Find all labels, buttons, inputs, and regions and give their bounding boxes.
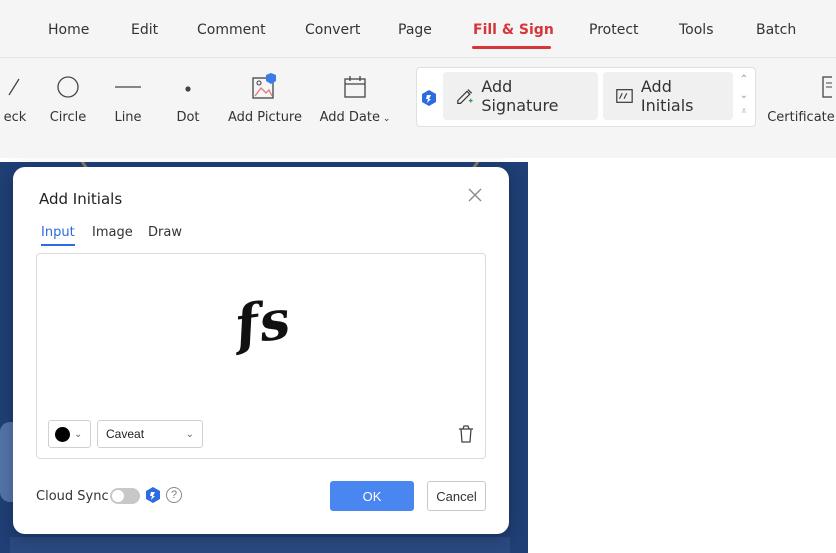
line-icon bbox=[110, 72, 146, 102]
menu-home[interactable]: Home bbox=[48, 22, 89, 38]
chevron-down-icon[interactable]: ⌄ bbox=[736, 88, 752, 104]
add-date-tool[interactable]: Add Date ⌄ bbox=[318, 72, 392, 125]
add-initials-label: Add Initials bbox=[640, 77, 694, 115]
menu-comment[interactable]: Comment bbox=[197, 22, 266, 38]
tab-draw[interactable]: Draw bbox=[148, 225, 182, 244]
toolbar: eck Circle Line Dot Add Picture Add Date… bbox=[0, 58, 836, 158]
tab-input[interactable]: Input bbox=[41, 225, 75, 246]
chevron-up-icon[interactable]: ⌃ bbox=[736, 72, 752, 88]
menu-page[interactable]: Page bbox=[398, 22, 432, 38]
add-date-label: Add Date ⌄ bbox=[319, 110, 391, 125]
calendar-icon bbox=[318, 72, 392, 102]
premium-shield-icon bbox=[422, 90, 436, 106]
premium-shield-icon bbox=[146, 487, 160, 503]
font-value: Caveat bbox=[106, 427, 145, 441]
line-tool[interactable]: Line bbox=[110, 72, 146, 125]
chevron-down-icon: ⌄ bbox=[185, 428, 194, 440]
circle-label: Circle bbox=[49, 110, 87, 125]
toolbar-scroll[interactable]: ⌃ ⌄ ⩡ bbox=[736, 72, 752, 122]
expand-icon[interactable]: ⩡ bbox=[736, 104, 752, 120]
active-tab-underline bbox=[472, 46, 551, 49]
trash-icon[interactable] bbox=[457, 424, 475, 444]
close-icon[interactable] bbox=[466, 187, 484, 205]
add-picture-tool[interactable]: Add Picture bbox=[226, 72, 304, 125]
tab-image[interactable]: Image bbox=[92, 225, 133, 244]
font-select[interactable]: Caveat ⌄ bbox=[97, 420, 203, 448]
add-initials-dialog: Add Initials Input Image Draw fs ⌄ Cavea… bbox=[13, 167, 509, 534]
add-signature-label: Add Signature bbox=[481, 77, 559, 115]
document-footer bbox=[10, 537, 510, 553]
chevron-down-icon: ⌄ bbox=[379, 114, 391, 124]
cloud-sync-toggle[interactable] bbox=[110, 488, 140, 504]
menu-protect[interactable]: Protect bbox=[589, 22, 639, 38]
add-initials-button[interactable]: Add Initials bbox=[603, 72, 733, 120]
initials-input-area[interactable]: fs ⌄ Caveat ⌄ bbox=[36, 253, 486, 459]
initials-icon bbox=[616, 89, 633, 103]
menu-tools[interactable]: Tools bbox=[679, 22, 714, 38]
color-swatch bbox=[55, 426, 70, 442]
menu-edit[interactable]: Edit bbox=[131, 22, 158, 38]
dot-icon bbox=[174, 72, 202, 102]
picture-icon bbox=[226, 72, 304, 102]
menu-convert[interactable]: Convert bbox=[305, 22, 360, 38]
menu-fill-sign[interactable]: Fill & Sign bbox=[473, 22, 554, 38]
menu-bar: Home Edit Comment Convert Page Fill & Si… bbox=[0, 0, 836, 58]
certificate-tool[interactable]: Certificate bbox=[766, 72, 836, 125]
line-label: Line bbox=[114, 110, 142, 125]
dot-label: Dot bbox=[176, 110, 200, 125]
help-icon[interactable]: ? bbox=[166, 487, 182, 503]
dot-tool[interactable]: Dot bbox=[174, 72, 202, 125]
add-picture-label: Add Picture bbox=[227, 110, 302, 125]
menu-batch[interactable]: Batch bbox=[756, 22, 796, 38]
check-icon bbox=[0, 72, 30, 102]
check-tool[interactable]: eck bbox=[0, 72, 30, 125]
certificate-label: Certificate bbox=[767, 110, 835, 125]
pen-icon bbox=[457, 89, 473, 104]
initials-preview: fs bbox=[230, 286, 295, 358]
circle-tool[interactable]: Circle bbox=[46, 72, 90, 125]
ok-button[interactable]: OK bbox=[330, 481, 414, 511]
circle-icon bbox=[46, 72, 90, 102]
signature-group: Add Signature Add Initials ⌃ ⌄ ⩡ bbox=[416, 67, 756, 127]
add-signature-button[interactable]: Add Signature bbox=[443, 72, 598, 120]
chevron-down-icon: ⌄ bbox=[74, 428, 83, 440]
check-label: eck bbox=[3, 110, 27, 125]
cancel-button[interactable]: Cancel bbox=[427, 481, 486, 511]
dialog-title: Add Initials bbox=[39, 190, 123, 208]
cloud-sync-label: Cloud Sync bbox=[36, 489, 109, 504]
color-picker[interactable]: ⌄ bbox=[48, 420, 91, 448]
certificate-icon bbox=[766, 72, 836, 102]
